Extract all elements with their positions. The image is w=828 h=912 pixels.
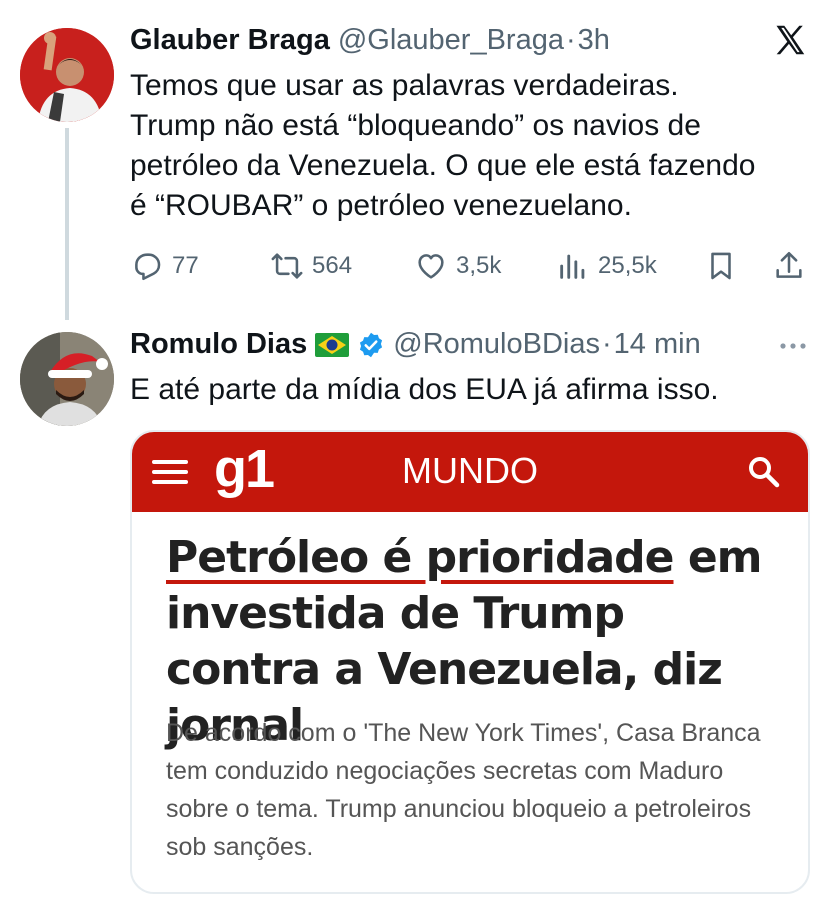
tweet2-author-name[interactable]: Romulo Dias xyxy=(130,328,307,361)
verified-icon xyxy=(360,332,383,357)
reply-icon xyxy=(135,253,161,281)
tweet2-header: Romulo Dias @RomuloBDias · 14 min xyxy=(130,328,701,361)
views-count: 25,5k xyxy=(598,252,657,279)
tweet1-text-line: petróleo da Venezuela. O que ele está fa… xyxy=(130,149,756,182)
tweet1-author-handle[interactable]: @Glauber_Braga xyxy=(338,24,564,57)
tweet1-header: Glauber Braga @Glauber_Braga · 3h xyxy=(130,24,610,57)
reply-count: 77 xyxy=(172,252,199,279)
headline-highlight: Petróleo é prioridade xyxy=(166,532,674,583)
tweet1-text-line: Trump não está “bloqueando” os navios de xyxy=(130,109,701,142)
tweet1-separator: · xyxy=(565,24,576,56)
retweet-count: 564 xyxy=(312,252,353,279)
g1-section-title: MUNDO xyxy=(402,450,538,491)
article-image-card[interactable]: g1 MUNDO Petróleo é prioridade em invest… xyxy=(130,430,810,894)
tweet2-time[interactable]: 14 min xyxy=(614,328,701,361)
bookmark-button[interactable] xyxy=(704,246,738,286)
brazil-flag-icon xyxy=(315,332,350,357)
avatar-glauber[interactable] xyxy=(20,28,114,122)
tweet1-action-bar: 77 564 3,5k 25,5k xyxy=(130,246,810,286)
x-logo-icon[interactable] xyxy=(772,22,808,58)
bookmark-icon xyxy=(711,252,731,280)
share-button[interactable] xyxy=(772,246,806,286)
retweet-icon xyxy=(271,253,303,279)
reply-button[interactable]: 77 xyxy=(130,246,199,286)
thread-connector xyxy=(65,128,69,320)
g1-header-bar: g1 MUNDO xyxy=(132,432,808,512)
retweet-button[interactable]: 564 xyxy=(270,246,352,286)
views-button[interactable]: 25,5k xyxy=(556,246,657,286)
like-count: 3,5k xyxy=(456,252,502,279)
tweet1-time[interactable]: 3h xyxy=(578,24,610,57)
tweet1-text-line: é “ROUBAR” o petróleo venezuelano. xyxy=(130,189,632,222)
share-icon xyxy=(776,251,802,278)
tweet1-author-name[interactable]: Glauber Braga xyxy=(130,24,330,57)
views-icon xyxy=(560,254,585,279)
more-icon[interactable] xyxy=(776,334,810,358)
like-button[interactable]: 3,5k xyxy=(414,246,501,286)
avatar-romulo[interactable] xyxy=(20,332,114,426)
tweet2-author-handle[interactable]: @RomuloBDias xyxy=(393,328,600,361)
tweet2-separator: · xyxy=(601,328,612,360)
heart-icon xyxy=(418,254,444,279)
tweet2-text: E até parte da mídia dos EUA já afirma i… xyxy=(130,373,719,406)
search-icon xyxy=(749,457,780,488)
article-summary: De acordo com o 'The New York Times', Ca… xyxy=(166,719,761,861)
tweet1-text-line: Temos que usar as palavras verdadeiras. xyxy=(130,69,679,102)
tweet1-text: Temos que usar as palavras verdadeiras. … xyxy=(130,66,810,226)
